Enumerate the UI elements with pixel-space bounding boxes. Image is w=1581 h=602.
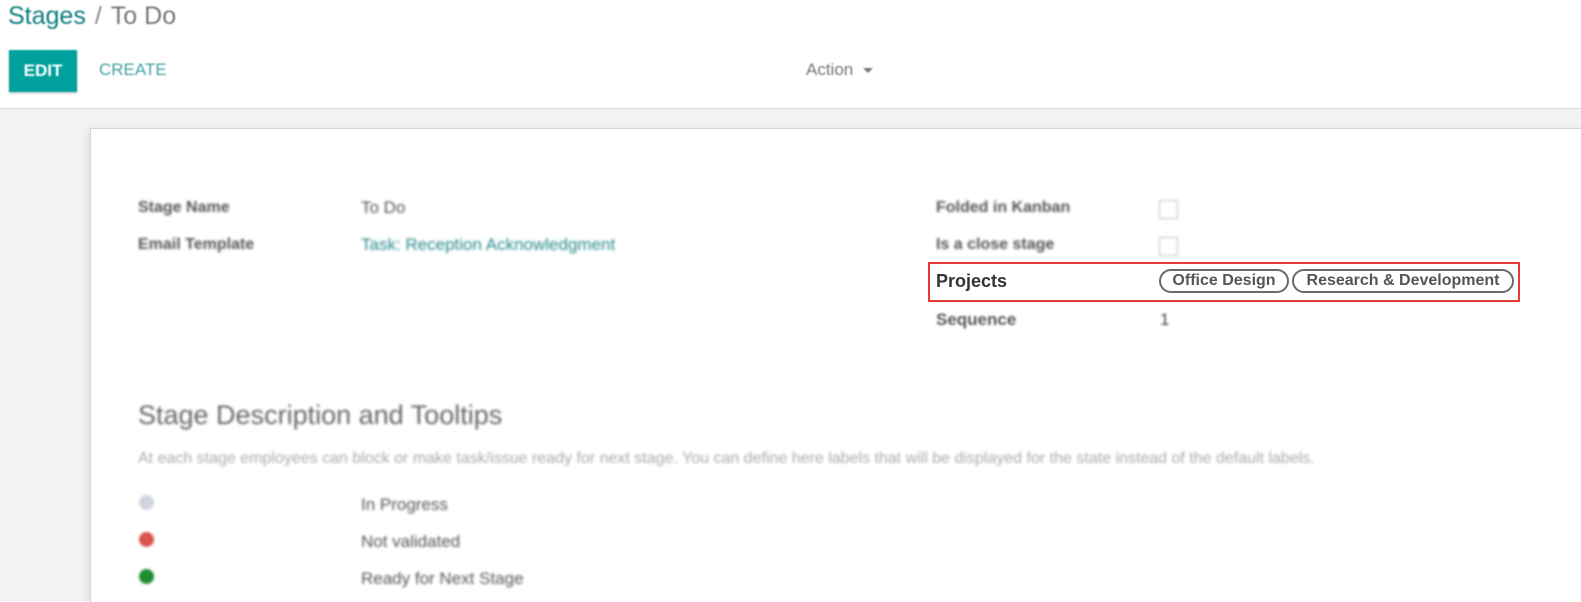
control-panel: Stages / To Do EDIT CREATE Action — [0, 0, 1581, 109]
stage-name-label: Stage Name — [138, 199, 230, 216]
breadcrumb: Stages / To Do — [8, 2, 176, 31]
sequence-label: Sequence — [936, 310, 1017, 329]
stage-name-value: To Do — [361, 198, 406, 217]
form-sheet — [90, 128, 1581, 602]
grey-status-dot-icon — [139, 495, 154, 510]
create-button[interactable]: CREATE — [99, 60, 167, 80]
legend-in-progress[interactable]: In Progress — [361, 495, 448, 515]
caret-down-icon — [863, 67, 874, 73]
projects-label: Projects — [936, 271, 1008, 291]
project-tag-research-development[interactable]: Research & Development — [1292, 269, 1514, 293]
email-template-label: Email Template — [138, 236, 255, 253]
project-tag-office-design[interactable]: Office Design — [1159, 269, 1289, 293]
folded-in-kanban-label: Folded in Kanban — [936, 199, 1071, 216]
breadcrumb-separator: / — [94, 2, 102, 30]
legend-not-validated[interactable]: Not validated — [361, 532, 460, 552]
close-stage-checkbox[interactable] — [1159, 237, 1178, 256]
section-description: At each stage employees can block or mak… — [138, 450, 1315, 467]
sequence-value: 1 — [1160, 310, 1170, 329]
action-dropdown[interactable]: Action — [806, 60, 874, 80]
green-status-dot-icon — [139, 569, 154, 584]
email-template-link[interactable]: Task: Reception Acknowledgment — [361, 235, 615, 255]
action-label: Action — [806, 60, 854, 79]
close-stage-label: Is a close stage — [936, 236, 1055, 253]
breadcrumb-stages-link[interactable]: Stages — [8, 2, 86, 30]
breadcrumb-current: To Do — [110, 2, 177, 30]
red-status-dot-icon — [139, 532, 154, 547]
folded-in-kanban-checkbox[interactable] — [1159, 200, 1178, 219]
legend-ready-next-stage[interactable]: Ready for Next Stage — [361, 569, 524, 589]
edit-button[interactable]: EDIT — [9, 50, 77, 92]
section-title: Stage Description and Tooltips — [138, 400, 503, 430]
